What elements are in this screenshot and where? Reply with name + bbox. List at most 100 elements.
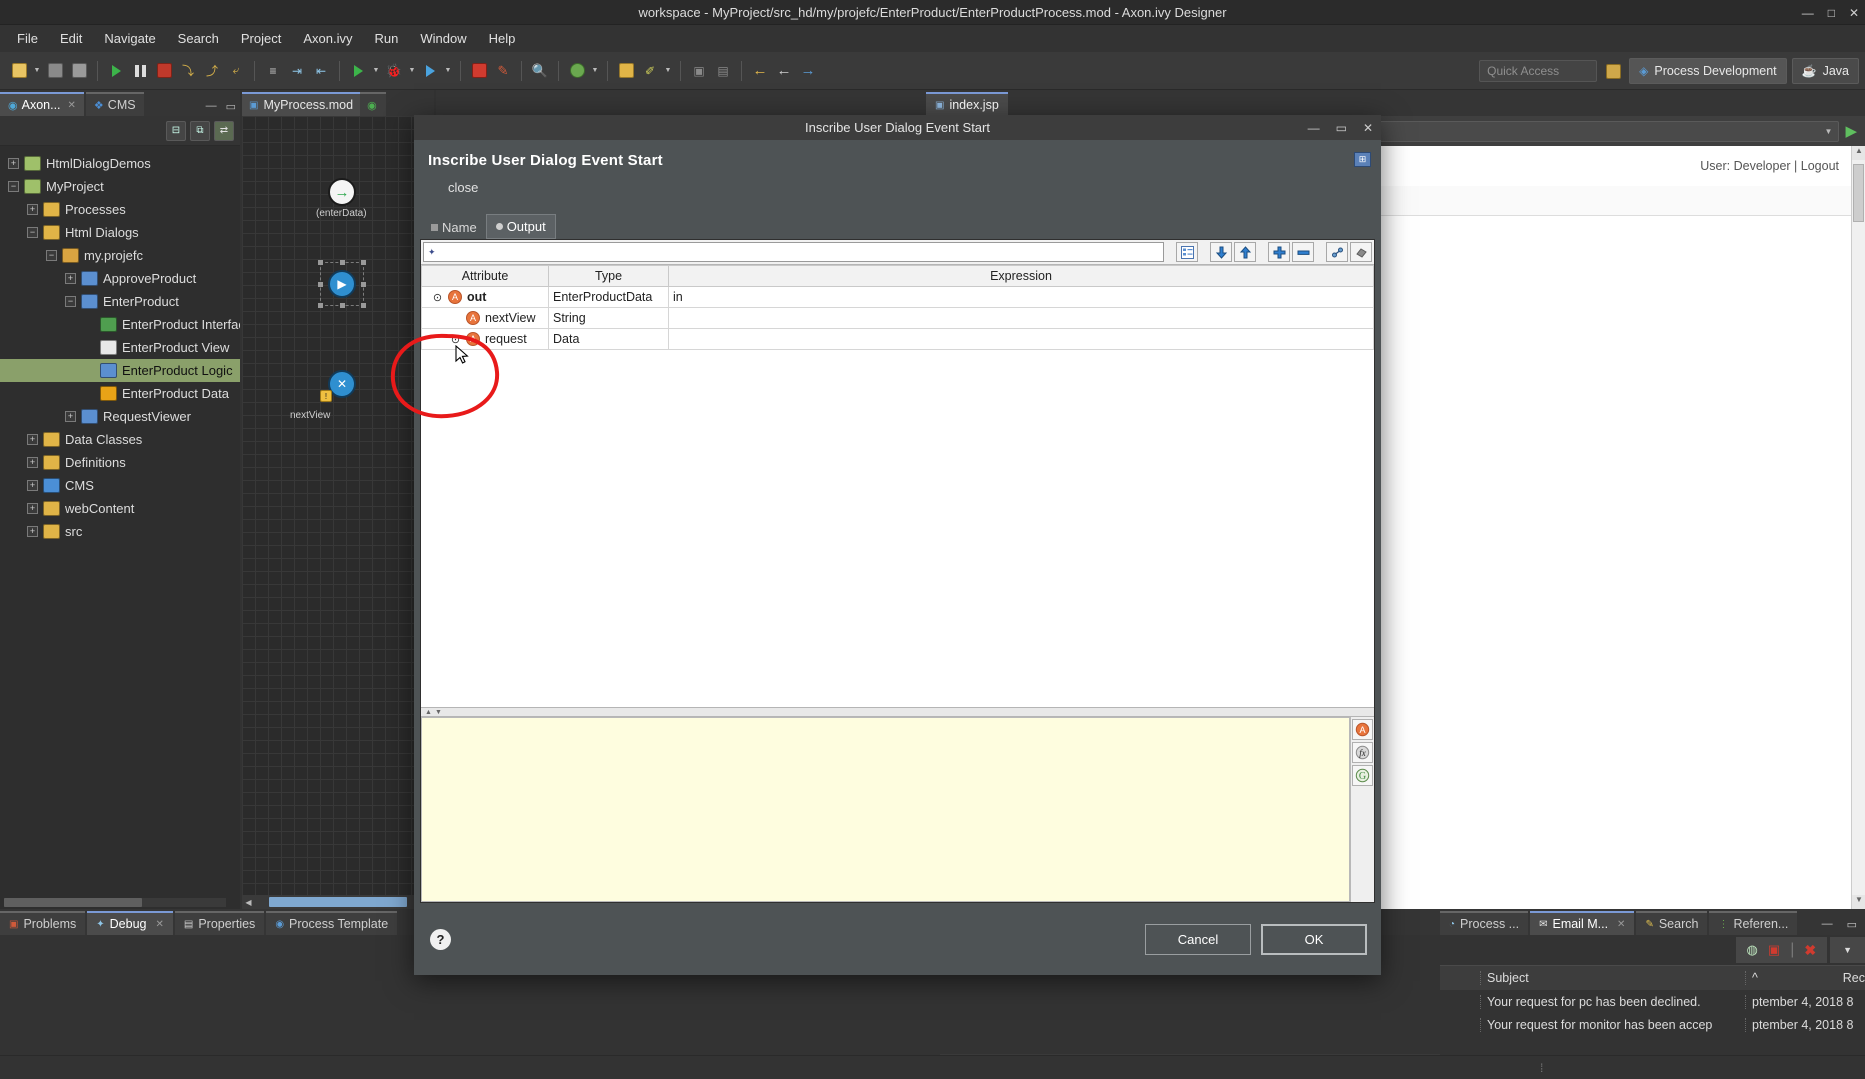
dialog-footer: ? Cancel OK bbox=[414, 903, 1381, 975]
cell-type[interactable]: Data bbox=[548, 328, 669, 350]
cell-type[interactable]: EnterProductData bbox=[548, 286, 669, 308]
cell-empty bbox=[421, 601, 549, 623]
cell-empty bbox=[668, 475, 1374, 497]
header-expression[interactable]: Expression bbox=[668, 265, 1374, 287]
cell-empty bbox=[668, 538, 1374, 560]
cell-empty bbox=[421, 559, 549, 581]
dialog-header: Inscribe User Dialog Event Start close ⊞ bbox=[414, 140, 1381, 199]
cell-empty bbox=[421, 412, 549, 434]
application-window: workspace - MyProject/src_hd/my/projefc/… bbox=[0, 0, 1865, 1079]
expand-panel-icon[interactable]: ⊞ bbox=[1354, 152, 1371, 167]
dialog-minimize-button[interactable]: — bbox=[1308, 121, 1320, 135]
filter-spacer-2 bbox=[1200, 242, 1208, 262]
move-down-icon[interactable] bbox=[1210, 242, 1232, 262]
dialog-splitter[interactable]: ▲ ▼ bbox=[421, 707, 1374, 717]
expression-editor-buttons: A fx G bbox=[1350, 717, 1374, 902]
cell-empty bbox=[548, 433, 669, 455]
table-row-empty bbox=[421, 391, 1374, 413]
cell-empty bbox=[421, 454, 549, 476]
cell-empty bbox=[548, 538, 669, 560]
dot-marker-icon bbox=[495, 223, 503, 230]
dialog-heading: Inscribe User Dialog Event Start bbox=[428, 152, 663, 169]
cell-attribute[interactable]: ⊙ Arequest bbox=[421, 328, 549, 350]
dialog-window-title: Inscribe User Dialog Event Start bbox=[805, 120, 990, 135]
square-marker-icon bbox=[431, 224, 438, 231]
ivy-attribute-icon: A bbox=[448, 290, 462, 304]
table-row[interactable]: AnextView String bbox=[421, 307, 1374, 329]
cell-empty bbox=[421, 370, 549, 392]
table-row-empty bbox=[421, 601, 1374, 623]
dialog-subheading: close bbox=[448, 180, 479, 195]
dialog-action-buttons: Cancel OK bbox=[1145, 923, 1367, 955]
cell-empty bbox=[421, 622, 549, 644]
cell-empty bbox=[548, 496, 669, 518]
cell-empty bbox=[548, 391, 669, 413]
remove-icon[interactable] bbox=[1292, 242, 1314, 262]
header-type[interactable]: Type bbox=[548, 265, 669, 287]
table-row-empty bbox=[421, 349, 1374, 371]
filter-input[interactable]: ✦ bbox=[423, 242, 1164, 262]
attributes-table: Attribute Type Expression ⊙ Aout EnterProd… bbox=[421, 265, 1374, 644]
filter-spacer-4 bbox=[1316, 242, 1324, 262]
cell-empty bbox=[668, 391, 1374, 413]
table-row-empty bbox=[421, 538, 1374, 560]
table-row-empty bbox=[421, 412, 1374, 434]
cell-empty bbox=[668, 580, 1374, 602]
cell-empty bbox=[668, 370, 1374, 392]
link-icon[interactable] bbox=[1326, 242, 1348, 262]
cell-empty bbox=[421, 496, 549, 518]
cell-empty bbox=[421, 349, 549, 371]
cell-empty bbox=[548, 412, 669, 434]
table-row[interactable]: ⊙ Aout EnterProductData in bbox=[421, 286, 1374, 308]
attribute-name: request bbox=[485, 332, 527, 346]
tree-view-icon[interactable] bbox=[1176, 242, 1198, 262]
cms-green-icon[interactable]: G bbox=[1352, 765, 1373, 786]
cell-expression[interactable] bbox=[668, 307, 1374, 329]
cell-empty bbox=[668, 496, 1374, 518]
clear-icon[interactable] bbox=[1350, 242, 1372, 262]
function-icon[interactable]: fx bbox=[1352, 742, 1373, 763]
cell-expression[interactable]: in bbox=[668, 286, 1374, 308]
header-attribute[interactable]: Attribute bbox=[421, 265, 549, 287]
expand-toggle-icon[interactable]: ⊙ bbox=[432, 291, 443, 304]
table-row-empty bbox=[421, 370, 1374, 392]
cell-expression[interactable] bbox=[668, 328, 1374, 350]
cell-empty bbox=[421, 580, 549, 602]
cell-empty bbox=[421, 517, 549, 539]
cell-empty bbox=[548, 454, 669, 476]
cell-attribute[interactable]: AnextView bbox=[421, 307, 549, 329]
table-row-empty bbox=[421, 622, 1374, 644]
cell-empty bbox=[668, 559, 1374, 581]
filter-spacer-3 bbox=[1258, 242, 1266, 262]
dialog-tab-output-label: Output bbox=[506, 219, 546, 234]
move-up-icon[interactable] bbox=[1234, 242, 1256, 262]
cell-empty bbox=[668, 349, 1374, 371]
dialog-tab-name[interactable]: Name bbox=[422, 216, 486, 239]
expression-editor-input[interactable] bbox=[421, 717, 1350, 902]
cell-attribute[interactable]: ⊙ Aout bbox=[421, 286, 549, 308]
inscribe-dialog: Inscribe User Dialog Event Start — ▭ ✕ I… bbox=[414, 115, 1381, 975]
dialog-close-button[interactable]: ✕ bbox=[1363, 121, 1373, 135]
dialog-tab-output[interactable]: Output bbox=[485, 214, 556, 239]
ok-button[interactable]: OK bbox=[1261, 923, 1367, 955]
cancel-button[interactable]: Cancel bbox=[1145, 923, 1251, 955]
cell-type[interactable]: String bbox=[548, 307, 669, 329]
dialog-maximize-button[interactable]: ▭ bbox=[1336, 121, 1347, 135]
cell-empty bbox=[421, 475, 549, 497]
table-row-empty bbox=[421, 454, 1374, 476]
cell-empty bbox=[668, 433, 1374, 455]
cell-empty bbox=[548, 517, 669, 539]
expand-toggle-icon[interactable]: ⊙ bbox=[450, 333, 461, 346]
help-button[interactable]: ? bbox=[430, 928, 451, 950]
table-row-empty bbox=[421, 559, 1374, 581]
cell-empty bbox=[421, 433, 549, 455]
cell-empty bbox=[421, 391, 549, 413]
dialog-body: ✦ Attribute Type Expression ⊙ A out Ente… bbox=[420, 239, 1375, 903]
attributes-table-wrapper: Attribute Type Expression ⊙ Aout EnterProd… bbox=[421, 264, 1374, 707]
table-row[interactable]: ⊙ Arequest Data bbox=[421, 328, 1374, 350]
dialog-tabs: Name Output bbox=[422, 213, 1381, 239]
table-row-empty bbox=[421, 580, 1374, 602]
svg-text:A: A bbox=[1359, 725, 1365, 735]
add-icon[interactable] bbox=[1268, 242, 1290, 262]
ivy-script-icon[interactable]: A bbox=[1352, 719, 1373, 740]
